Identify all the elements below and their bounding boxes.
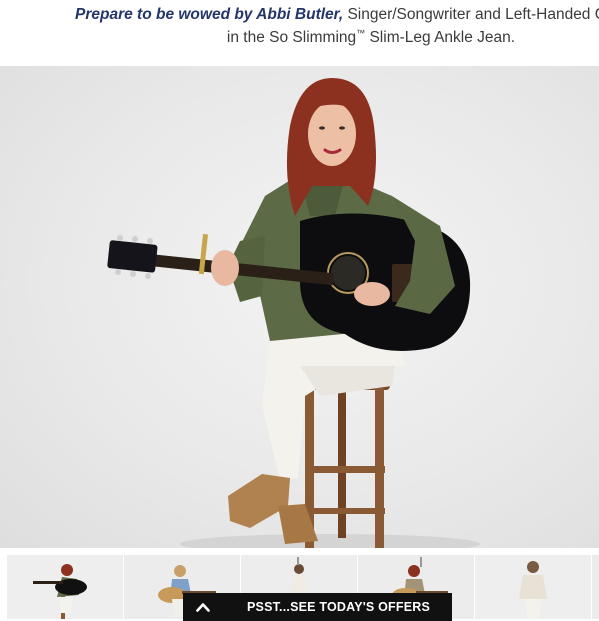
chevron-up-icon[interactable] bbox=[183, 593, 223, 621]
caption-product-text: in the So Slimming bbox=[226, 29, 357, 47]
caption-highlight: Prepare to be wowed by Abbi Butler, bbox=[75, 6, 344, 23]
video-thumbnail-6[interactable] bbox=[592, 555, 599, 619]
video-frame-image bbox=[107, 78, 480, 548]
video-player[interactable] bbox=[0, 66, 599, 548]
caption-line-1: Prepare to be wowed by Abbi Butler, Sing… bbox=[75, 6, 599, 24]
offers-bar[interactable]: PSST...SEE TODAY'S OFFERS bbox=[183, 593, 452, 621]
trademark-symbol: ™ bbox=[356, 28, 366, 38]
video-thumbnail-5[interactable] bbox=[475, 555, 591, 619]
stool bbox=[300, 378, 390, 548]
offers-label[interactable]: PSST...SEE TODAY'S OFFERS bbox=[223, 600, 430, 614]
video-thumbnail-1[interactable] bbox=[7, 555, 123, 619]
caption-line-2: in the So Slimming™ Slim-Leg Ankle Jean. bbox=[0, 28, 599, 47]
caption-product-end: Slim-Leg Ankle Jean. bbox=[365, 29, 516, 47]
caption-text: Singer/Songwriter and Left-Handed Gu bbox=[343, 6, 599, 23]
video-caption: Prepare to be wowed by Abbi Butler, Sing… bbox=[0, 0, 599, 66]
